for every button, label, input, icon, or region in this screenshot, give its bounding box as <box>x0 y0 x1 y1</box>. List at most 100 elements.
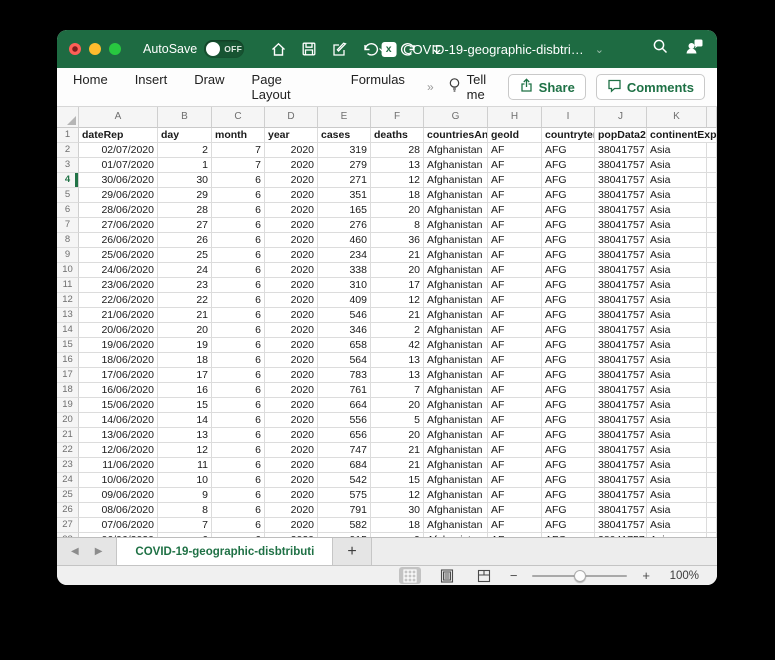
row-header-19[interactable]: 19 <box>57 398 79 413</box>
cell-I27[interactable]: AFG <box>542 518 595 533</box>
cell-I11[interactable]: AFG <box>542 278 595 293</box>
col-header-F[interactable]: F <box>371 107 424 128</box>
col-header-E[interactable]: E <box>318 107 371 128</box>
cell-H22[interactable]: AF <box>488 443 542 458</box>
col-header-H[interactable]: H <box>488 107 542 128</box>
cell-H2[interactable]: AF <box>488 143 542 158</box>
cell-E10[interactable]: 338 <box>318 263 371 278</box>
cell-F12[interactable]: 12 <box>371 293 424 308</box>
cell-F21[interactable]: 20 <box>371 428 424 443</box>
cell-B19[interactable]: 15 <box>158 398 212 413</box>
cell-D4[interactable]: 2020 <box>265 173 318 188</box>
cell-D16[interactable]: 2020 <box>265 353 318 368</box>
row-header-15[interactable]: 15 <box>57 338 79 353</box>
title-chevron-icon[interactable]: ⌄ <box>595 43 604 56</box>
cell-G13[interactable]: Afghanistan <box>424 308 488 323</box>
cell-A5[interactable]: 29/06/2020 <box>79 188 158 203</box>
cell-B16[interactable]: 18 <box>158 353 212 368</box>
cell-J16[interactable]: 38041757 <box>595 353 647 368</box>
cell-G24[interactable]: Afghanistan <box>424 473 488 488</box>
cell-K22[interactable]: Asia <box>647 443 707 458</box>
cell-A4[interactable]: 30/06/2020 <box>79 173 158 188</box>
cell-K14[interactable]: Asia <box>647 323 707 338</box>
cell-K27[interactable]: Asia <box>647 518 707 533</box>
cell-I26[interactable]: AFG <box>542 503 595 518</box>
cell-D10[interactable]: 2020 <box>265 263 318 278</box>
cell-G26[interactable]: Afghanistan <box>424 503 488 518</box>
cell-B26[interactable]: 8 <box>158 503 212 518</box>
cell-B10[interactable]: 24 <box>158 263 212 278</box>
cell-J10[interactable]: 38041757 <box>595 263 647 278</box>
cell-partial-2[interactable] <box>707 143 717 158</box>
row-header-27[interactable]: 27 <box>57 518 79 533</box>
cell-H16[interactable]: AF <box>488 353 542 368</box>
cell-J3[interactable]: 38041757 <box>595 158 647 173</box>
cell-J11[interactable]: 38041757 <box>595 278 647 293</box>
cell-K2[interactable]: Asia <box>647 143 707 158</box>
cell-B9[interactable]: 25 <box>158 248 212 263</box>
cell-H14[interactable]: AF <box>488 323 542 338</box>
cell-A12[interactable]: 22/06/2020 <box>79 293 158 308</box>
cell-F11[interactable]: 17 <box>371 278 424 293</box>
cell-B14[interactable]: 20 <box>158 323 212 338</box>
cell-D23[interactable]: 2020 <box>265 458 318 473</box>
row-header-12[interactable]: 12 <box>57 293 79 308</box>
cell-E14[interactable]: 346 <box>318 323 371 338</box>
cell-J9[interactable]: 38041757 <box>595 248 647 263</box>
cell-I5[interactable]: AFG <box>542 188 595 203</box>
cell-I28[interactable]: AFG <box>542 533 595 537</box>
cell-partial-16[interactable] <box>707 353 717 368</box>
cell-I25[interactable]: AFG <box>542 488 595 503</box>
cell-H8[interactable]: AF <box>488 233 542 248</box>
cell-H15[interactable]: AF <box>488 338 542 353</box>
cell-C25[interactable]: 6 <box>212 488 265 503</box>
cell-partial-27[interactable] <box>707 518 717 533</box>
cell-E8[interactable]: 460 <box>318 233 371 248</box>
cell-A11[interactable]: 23/06/2020 <box>79 278 158 293</box>
row-header-1[interactable]: 1 <box>57 128 79 143</box>
next-sheet-arrow-icon[interactable]: ▶ <box>95 546 103 557</box>
cell-G8[interactable]: Afghanistan <box>424 233 488 248</box>
row-header-9[interactable]: 9 <box>57 248 79 263</box>
cell-partial-13[interactable] <box>707 308 717 323</box>
cell-D15[interactable]: 2020 <box>265 338 318 353</box>
tab-page-layout[interactable]: Page Layout <box>252 72 324 102</box>
cell-F6[interactable]: 20 <box>371 203 424 218</box>
row-header-4[interactable]: 4 <box>57 173 79 188</box>
cell-F24[interactable]: 15 <box>371 473 424 488</box>
cell-K24[interactable]: Asia <box>647 473 707 488</box>
row-header-13[interactable]: 13 <box>57 308 79 323</box>
cell-K16[interactable]: Asia <box>647 353 707 368</box>
cell-F7[interactable]: 8 <box>371 218 424 233</box>
cell-E19[interactable]: 664 <box>318 398 371 413</box>
cell-G7[interactable]: Afghanistan <box>424 218 488 233</box>
col-header-G[interactable]: G <box>424 107 488 128</box>
cell-E7[interactable]: 276 <box>318 218 371 233</box>
cell-A18[interactable]: 16/06/2020 <box>79 383 158 398</box>
cell-G4[interactable]: Afghanistan <box>424 173 488 188</box>
cell-C5[interactable]: 6 <box>212 188 265 203</box>
cell-D6[interactable]: 2020 <box>265 203 318 218</box>
cell-I19[interactable]: AFG <box>542 398 595 413</box>
search-icon[interactable] <box>652 38 669 60</box>
cell-partial-19[interactable] <box>707 398 717 413</box>
cell-H26[interactable]: AF <box>488 503 542 518</box>
cell-A8[interactable]: 26/06/2020 <box>79 233 158 248</box>
cell-I3[interactable]: AFG <box>542 158 595 173</box>
cell-F17[interactable]: 13 <box>371 368 424 383</box>
cell-C26[interactable]: 6 <box>212 503 265 518</box>
cell-C22[interactable]: 6 <box>212 443 265 458</box>
minimize-button[interactable] <box>89 43 101 55</box>
cell-I24[interactable]: AFG <box>542 473 595 488</box>
cell-K11[interactable]: Asia <box>647 278 707 293</box>
cell-H10[interactable]: AF <box>488 263 542 278</box>
cell-F13[interactable]: 21 <box>371 308 424 323</box>
row-header-16[interactable]: 16 <box>57 353 79 368</box>
cell-H19[interactable]: AF <box>488 398 542 413</box>
cell-K25[interactable]: Asia <box>647 488 707 503</box>
tab-home[interactable]: Home <box>73 72 108 102</box>
cell-partial-21[interactable] <box>707 428 717 443</box>
cell-D22[interactable]: 2020 <box>265 443 318 458</box>
row-header-23[interactable]: 23 <box>57 458 79 473</box>
add-sheet-button[interactable]: + <box>333 538 370 565</box>
